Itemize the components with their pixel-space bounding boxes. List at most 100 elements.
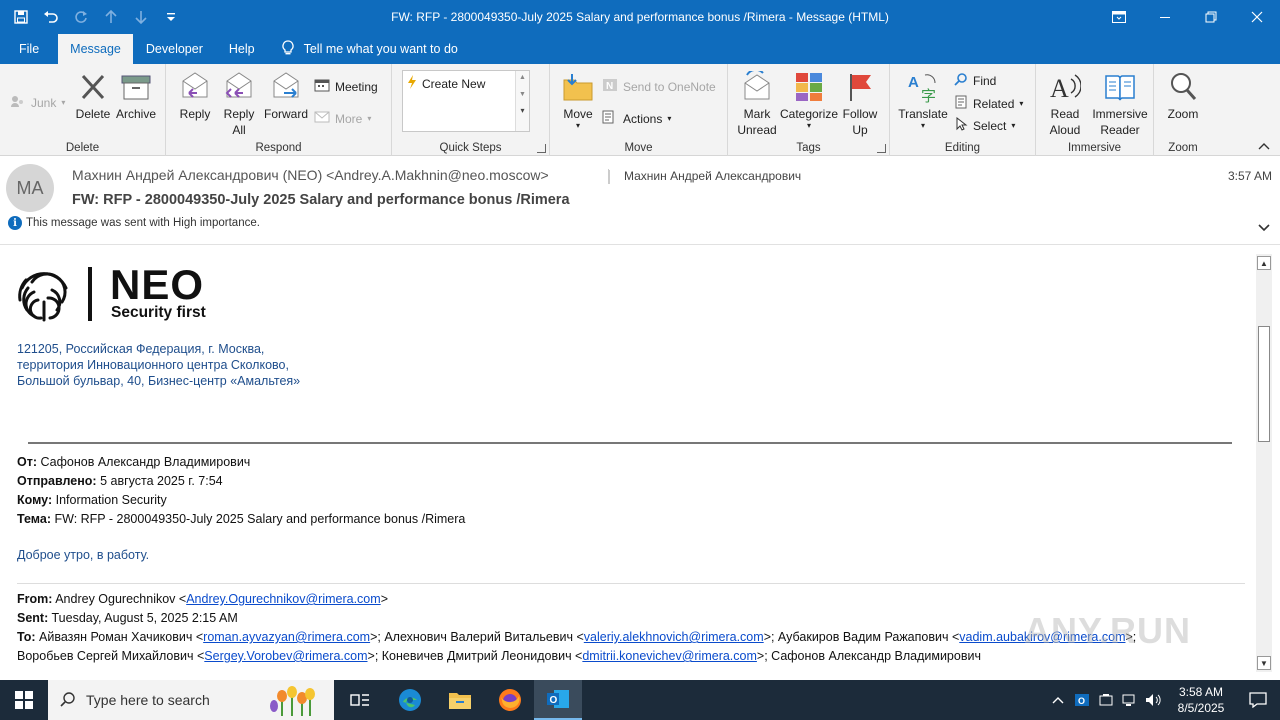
- recipient-email-link[interactable]: valeriy.alekhnovich@rimera.com: [584, 630, 764, 644]
- more-respond-icon: [314, 110, 330, 127]
- taskbar-search[interactable]: Type here to search: [48, 680, 334, 720]
- show-hidden-icons-icon[interactable]: [1046, 680, 1070, 720]
- restore-icon[interactable]: [1188, 0, 1234, 34]
- related-button[interactable]: Related ▾: [954, 95, 1023, 112]
- save-icon[interactable]: [8, 6, 34, 28]
- network-icon[interactable]: [1118, 680, 1142, 720]
- scroll-down-icon[interactable]: ▼: [1257, 656, 1271, 670]
- recipient-name: >; Аубакиров Вадим Ражапович <: [763, 630, 960, 644]
- svg-text:字: 字: [921, 87, 936, 103]
- outlook-tray-icon[interactable]: O: [1070, 680, 1094, 720]
- forward-label: Forward: [263, 107, 308, 121]
- meeting-button[interactable]: Meeting: [314, 78, 378, 95]
- tab-message[interactable]: Message: [58, 34, 133, 64]
- delete-button[interactable]: Delete: [74, 70, 112, 122]
- zoom-button[interactable]: Zoom: [1160, 70, 1206, 122]
- address-line: Большой бульвар, 40, Бизнес-центр «Амаль…: [17, 374, 301, 388]
- immersive-reader-button[interactable]: Immersive Reader: [1088, 70, 1152, 138]
- sender[interactable]: Махнин Андрей Александрович (NEO) <Andre…: [72, 167, 549, 183]
- sent-value: 5 августа 2025 г. 7:54: [100, 474, 223, 488]
- quick-steps-scroll[interactable]: ▲ ▼ ▾: [515, 71, 529, 131]
- window-controls: [1096, 0, 1280, 34]
- ribbon-display-options-icon[interactable]: [1096, 0, 1142, 34]
- reply-all-label-1: Reply: [223, 107, 255, 121]
- find-button[interactable]: Find: [954, 72, 996, 89]
- notifications-icon[interactable]: [1236, 680, 1280, 720]
- translate-button[interactable]: A字 Translate ▾: [896, 70, 950, 130]
- firefox-icon[interactable]: [486, 680, 534, 720]
- address-line: 121205, Российская Федерация, г. Москва,: [17, 342, 265, 356]
- recipient-name: Махнин Андрей Александрович: [624, 169, 802, 183]
- respond-group-label: Respond: [255, 142, 302, 154]
- read-aloud-button[interactable]: A Read Aloud: [1042, 70, 1088, 138]
- collapse-ribbon-icon[interactable]: [1258, 141, 1270, 153]
- recipient-name: >; Коневичев Дмитрий Леонидович <: [367, 649, 583, 663]
- quick-access-toolbar: [8, 6, 184, 28]
- quick-steps-launcher-icon[interactable]: [537, 144, 546, 153]
- delete-label: Delete: [75, 107, 111, 121]
- scroll-up-icon[interactable]: ▲: [1257, 256, 1271, 270]
- junk-label: Junk: [31, 95, 57, 110]
- outlook-icon[interactable]: O: [534, 680, 582, 720]
- undo-icon[interactable]: [38, 6, 64, 28]
- start-button[interactable]: [0, 680, 48, 720]
- next-item-icon[interactable]: [128, 6, 154, 28]
- related-icon: [954, 95, 968, 112]
- to-label: Кому:: [17, 493, 53, 507]
- scroll-thumb[interactable]: [1258, 326, 1270, 442]
- from-value: Сафонов Александр Владимирович: [40, 455, 251, 469]
- zoom-label: Zoom: [1167, 107, 1199, 121]
- device-icon[interactable]: [1094, 680, 1118, 720]
- message-body: NEO Security first 121205, Российская Фе…: [0, 246, 1256, 674]
- categorize-button[interactable]: Categorize ▾: [780, 70, 838, 130]
- svg-text:O: O: [550, 695, 558, 706]
- reply-button[interactable]: Reply: [174, 70, 216, 122]
- zoom-magnifier-icon: [1166, 70, 1200, 104]
- customize-qat-icon[interactable]: [158, 6, 184, 28]
- quick-steps-gallery[interactable]: Create New ▲ ▼ ▾: [402, 70, 530, 132]
- send-to-onenote-label: Send to OneNote: [623, 79, 716, 94]
- move-button[interactable]: Move ▾: [558, 70, 598, 130]
- windows-logo-icon: [15, 691, 33, 709]
- clock[interactable]: 3:58 AM 8/5/2025: [1166, 684, 1236, 716]
- create-new-quick-step[interactable]: Create New: [407, 75, 485, 92]
- volume-icon[interactable]: [1142, 680, 1166, 720]
- meeting-label: Meeting: [335, 79, 378, 94]
- previous-item-icon[interactable]: [98, 6, 124, 28]
- avatar[interactable]: MA: [6, 164, 54, 212]
- archive-button[interactable]: Archive: [114, 70, 158, 122]
- sender-email-link[interactable]: Andrey.Ogurechnikov@rimera.com: [186, 592, 380, 606]
- recipient-email-link[interactable]: Sergey.Vorobev@rimera.com: [204, 649, 367, 663]
- forward-button[interactable]: Forward: [262, 70, 310, 122]
- redo-icon[interactable]: [68, 6, 94, 28]
- tab-help[interactable]: Help: [216, 34, 268, 64]
- fingerprint-icon: [18, 272, 68, 322]
- recipient[interactable]: Махнин Андрей Александрович: [608, 169, 801, 184]
- more-respond-button[interactable]: More ▾: [314, 110, 371, 127]
- ribbon: Junk ▾ Delete Archive Delete Reply Reply…: [0, 64, 1280, 156]
- message-subject: FW: RFP - 2800049350-July 2025 Salary an…: [72, 192, 570, 208]
- tab-developer[interactable]: Developer: [133, 34, 216, 64]
- vertical-scrollbar[interactable]: ▲ ▼: [1256, 254, 1272, 672]
- tell-me-search[interactable]: Tell me what you want to do: [268, 34, 471, 64]
- recipient-email-link[interactable]: dmitrii.konevichev@rimera.com: [582, 649, 757, 663]
- expand-header-icon[interactable]: [1258, 219, 1270, 235]
- mark-unread-button[interactable]: Mark Unread: [734, 70, 780, 138]
- send-to-onenote-button[interactable]: N Send to OneNote: [602, 78, 716, 95]
- tags-launcher-icon[interactable]: [877, 144, 886, 153]
- tab-file[interactable]: File: [0, 34, 58, 64]
- related-label: Related: [973, 96, 1015, 111]
- recipient-email-link[interactable]: roman.ayvazyan@rimera.com: [203, 630, 370, 644]
- task-view-icon[interactable]: [336, 680, 384, 720]
- actions-button[interactable]: Actions ▾: [602, 110, 671, 127]
- junk-button[interactable]: Junk ▾: [10, 94, 65, 111]
- search-icon: [60, 691, 76, 710]
- follow-up-button[interactable]: Follow Up: [838, 70, 882, 138]
- reply-all-button[interactable]: Reply All: [218, 70, 260, 138]
- close-icon[interactable]: [1234, 0, 1280, 34]
- edge-icon[interactable]: [386, 680, 434, 720]
- select-button[interactable]: Select ▾: [954, 116, 1015, 134]
- file-explorer-icon[interactable]: [436, 680, 484, 720]
- read-label-2: Aloud: [1049, 123, 1081, 137]
- minimize-icon[interactable]: [1142, 0, 1188, 34]
